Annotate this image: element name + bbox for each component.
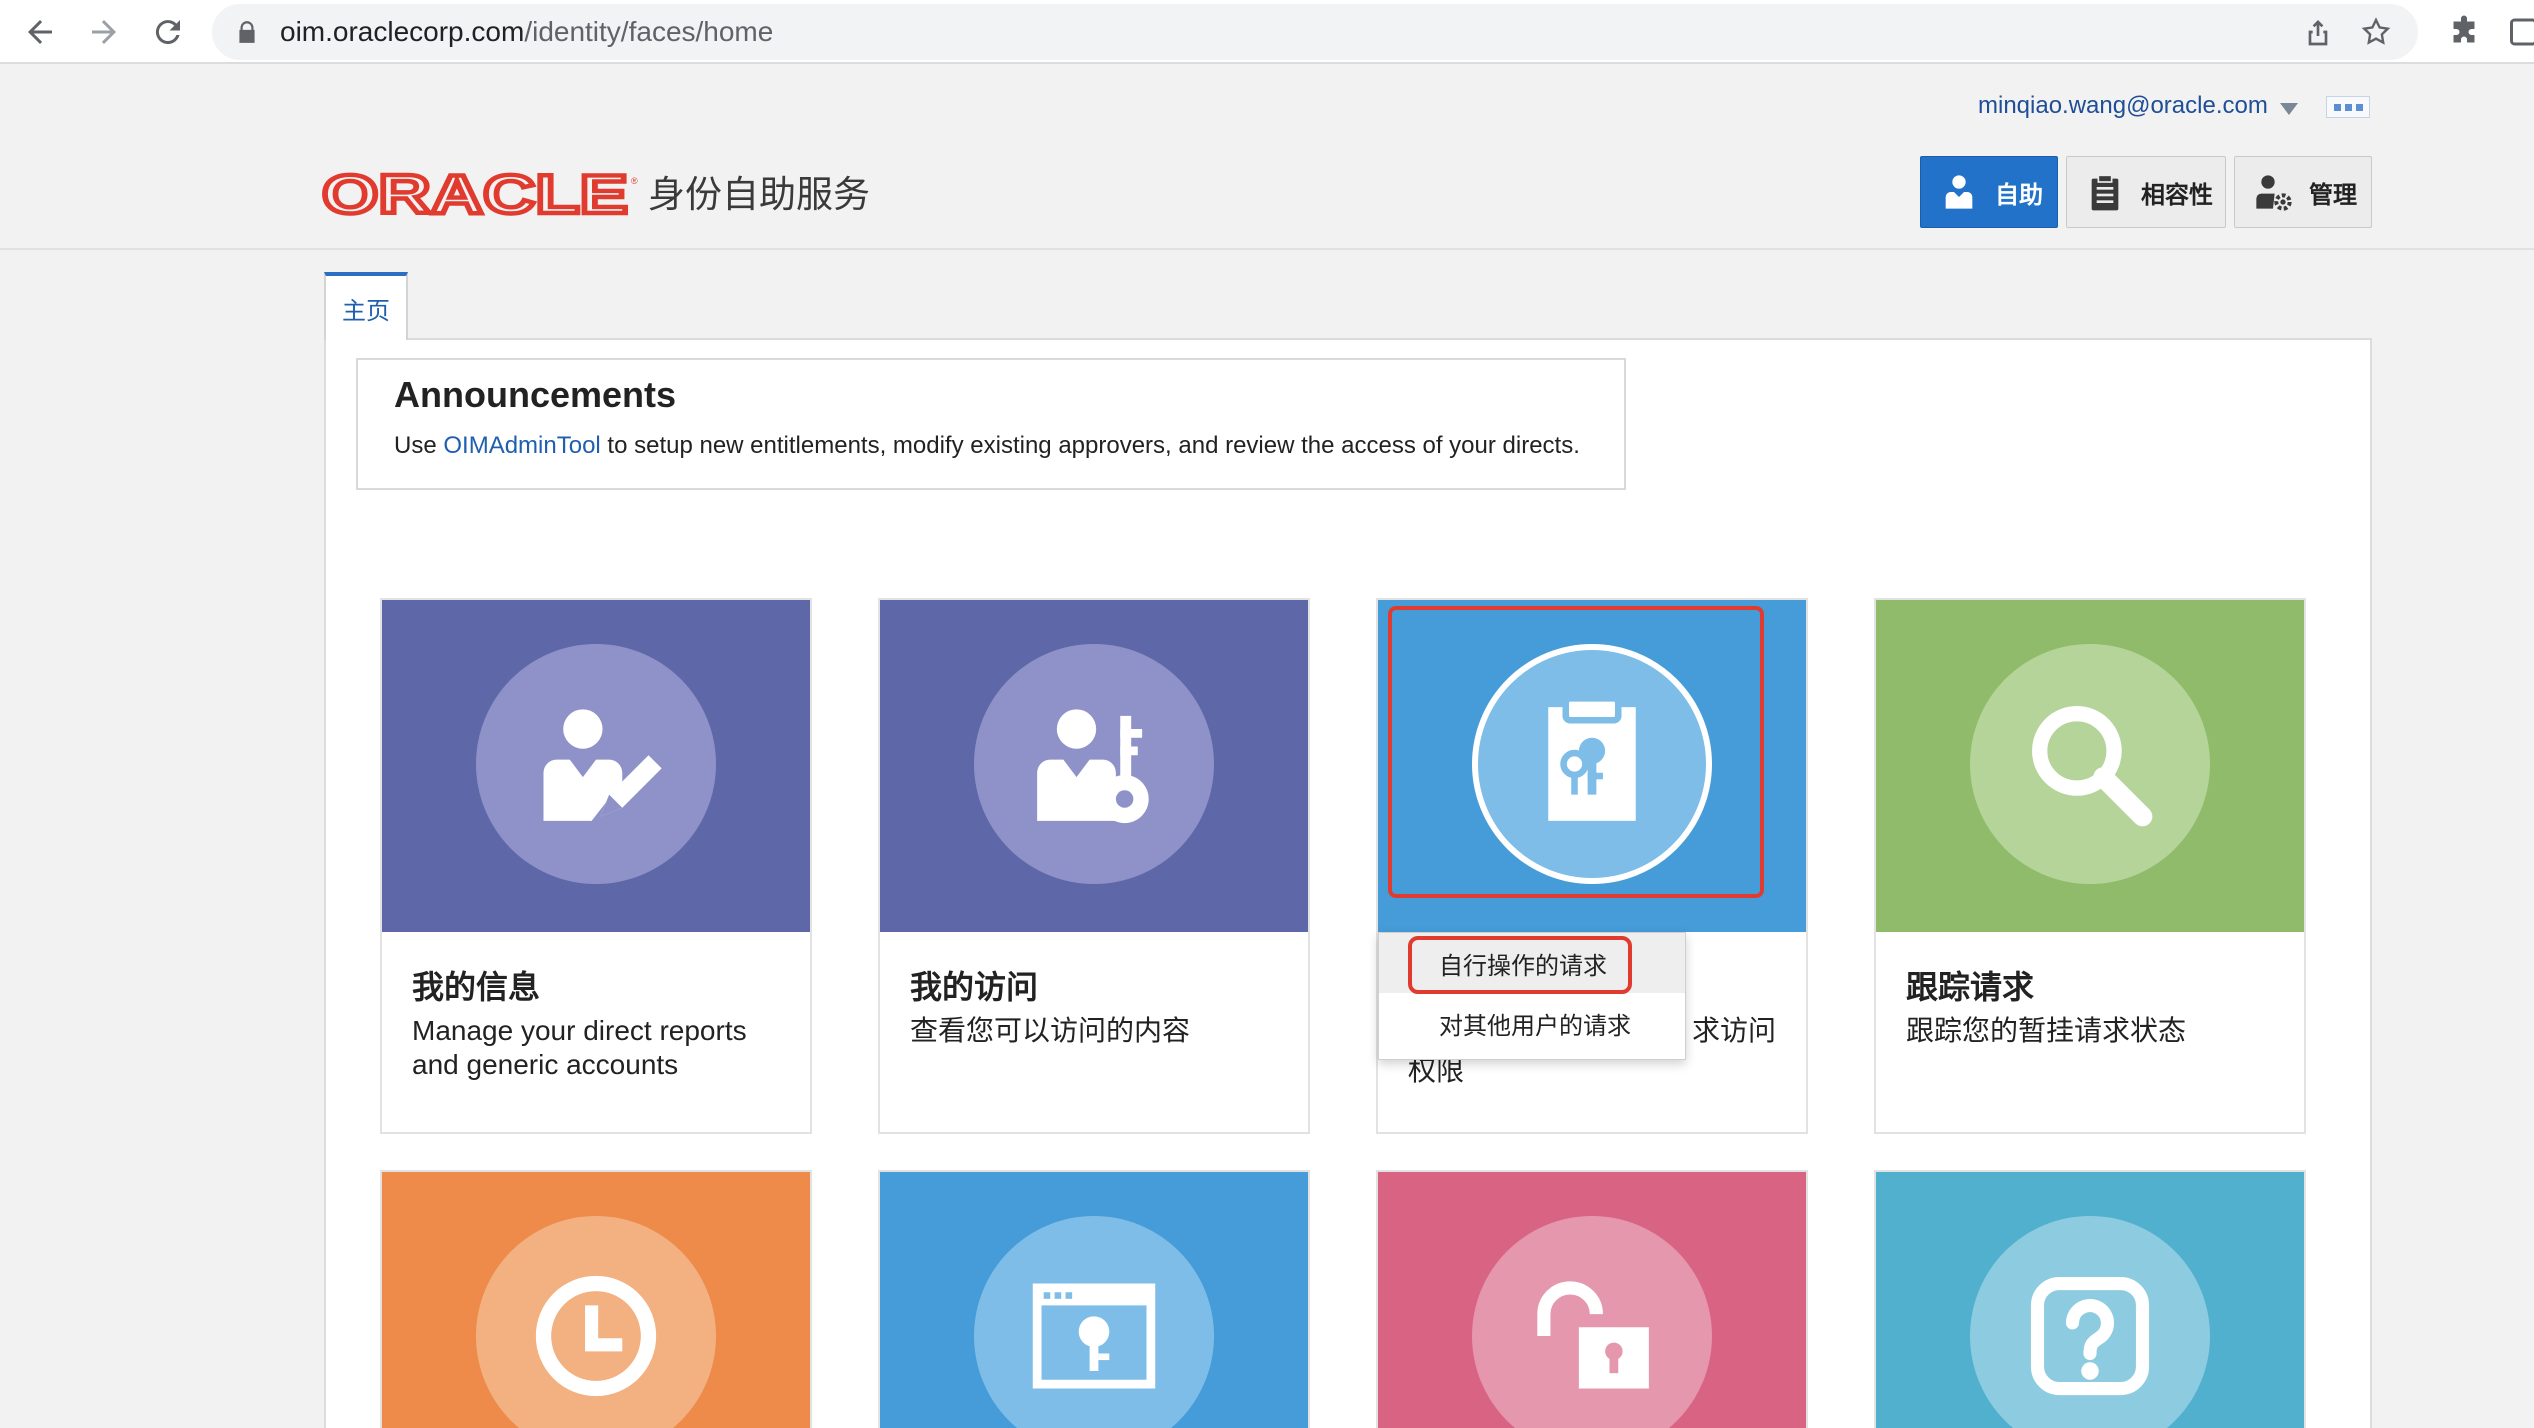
product-title: 身份自助服务 — [648, 174, 870, 215]
more-icon[interactable] — [2326, 96, 2370, 118]
tile-banner — [382, 1172, 810, 1428]
user-icon — [1945, 175, 1973, 209]
announcements-text-after: to setup new entitlements, modify existi… — [607, 432, 1580, 459]
window-icon[interactable] — [2504, 14, 2534, 50]
oim-admin-tool-link[interactable]: OIMAdminTool — [443, 432, 600, 459]
tile-help[interactable] — [1874, 1170, 2306, 1428]
announcements-text-before: Use — [394, 432, 437, 459]
tile-banner — [880, 1172, 1308, 1428]
forward-button[interactable] — [78, 6, 130, 58]
reload-icon — [155, 20, 180, 45]
address-bar[interactable]: oim.oraclecorp.com/identity/faces/home — [212, 4, 2418, 60]
tile-banner — [1378, 1172, 1806, 1428]
lock-icon — [239, 21, 255, 43]
search-icon — [2032, 706, 2153, 827]
svg-text:ORACLE: ORACLE — [322, 172, 628, 218]
tab-home[interactable]: 主页 — [324, 272, 408, 340]
tile-description: 查看您可以访问的内容 — [910, 1015, 1191, 1046]
svg-text:®: ® — [631, 176, 638, 186]
role-admin-button[interactable]: 管理 — [2234, 156, 2372, 228]
reload-button[interactable] — [142, 6, 194, 58]
role-label-self-service: 自助 — [1995, 181, 2043, 209]
tile-banner — [382, 600, 810, 932]
user-key-icon — [1037, 709, 1149, 824]
tile-icon-circle — [1970, 1216, 2210, 1428]
tile-unlock-account[interactable] — [1376, 1170, 1808, 1428]
menu-item-request-for-others[interactable]: 对其他用户的请求 — [1379, 993, 1685, 1053]
tile-icon-circle — [1472, 1216, 1712, 1428]
browser-key-icon — [1032, 1283, 1156, 1389]
tile-description: 跟踪您的暂挂请求状态 — [1906, 1015, 2187, 1046]
tile-pending-approvals[interactable] — [380, 1170, 812, 1428]
announcements-box: Announcements Use OIMAdminTool to setup … — [356, 358, 1626, 490]
tile-icon-circle — [974, 644, 1214, 884]
tile-my-access[interactable]: 我的访问 查看您可以访问的内容 — [878, 598, 1310, 1134]
tile-icon-circle — [476, 644, 716, 884]
tile-icon-circle — [1970, 644, 2210, 884]
role-compliance-button[interactable]: 相容性 — [2066, 156, 2226, 228]
tile-description: Manage your direct reports and generic a… — [412, 1015, 747, 1080]
user-menu[interactable]: minqiao.wang@oracle.com — [1978, 92, 2268, 120]
help-icon — [2030, 1276, 2150, 1396]
url-path: /identity/faces/home — [524, 16, 774, 47]
tile-icon-circle — [476, 1216, 716, 1428]
chevron-down-icon[interactable] — [2280, 103, 2298, 115]
announcements-text: Use OIMAdminTool to setup new entitlemen… — [394, 432, 1580, 460]
browser-toolbar: oim.oraclecorp.com/identity/faces/home — [0, 0, 2534, 64]
clock-icon — [535, 1275, 657, 1397]
url-host: oim.oraclecorp.com — [280, 16, 525, 47]
tile-banner — [1876, 1172, 2304, 1428]
tile-title: 我的信息 — [412, 969, 541, 1005]
user-edit-icon — [543, 709, 662, 821]
tile-title: 跟踪请求 — [1906, 969, 2035, 1005]
tile-banner — [1876, 600, 2304, 932]
tile-banner — [880, 600, 1308, 932]
tile-icon-circle — [974, 1216, 1214, 1428]
announcements-title: Announcements — [394, 374, 677, 415]
back-button[interactable] — [14, 6, 66, 58]
request-access-icon-highlight — [1388, 606, 1764, 898]
user-gear-icon — [2256, 175, 2292, 211]
tile-title: 我的访问 — [910, 969, 1039, 1005]
extensions-icon[interactable] — [2446, 14, 2482, 50]
url-text: oim.oraclecorp.com/identity/faces/home — [280, 4, 773, 60]
tile-track-requests[interactable]: 跟踪请求 跟踪您的暂挂请求状态 — [1874, 598, 2306, 1134]
self-request-highlight — [1408, 936, 1632, 994]
role-label-compliance: 相容性 — [2141, 181, 2213, 209]
share-icon[interactable] — [2302, 16, 2334, 48]
tile-my-information[interactable]: 我的信息 Manage your direct reports and gene… — [380, 598, 812, 1134]
role-self-service-button[interactable]: 自助 — [1920, 156, 2058, 228]
menu-item-label: 对其他用户的请求 — [1439, 1012, 1631, 1040]
clipboard-icon — [2091, 174, 2119, 211]
tile-description-line1: 求访问 — [1692, 1015, 1777, 1046]
tile-access-catalog[interactable] — [878, 1170, 1310, 1428]
unlock-icon — [1537, 1281, 1649, 1389]
bookmark-star-icon[interactable] — [2360, 16, 2392, 48]
role-label-admin: 管理 — [2309, 181, 2357, 209]
oracle-logo: ORACLE ® — [322, 172, 638, 218]
arrow-left-icon — [28, 20, 52, 44]
arrow-right-icon — [92, 20, 116, 44]
